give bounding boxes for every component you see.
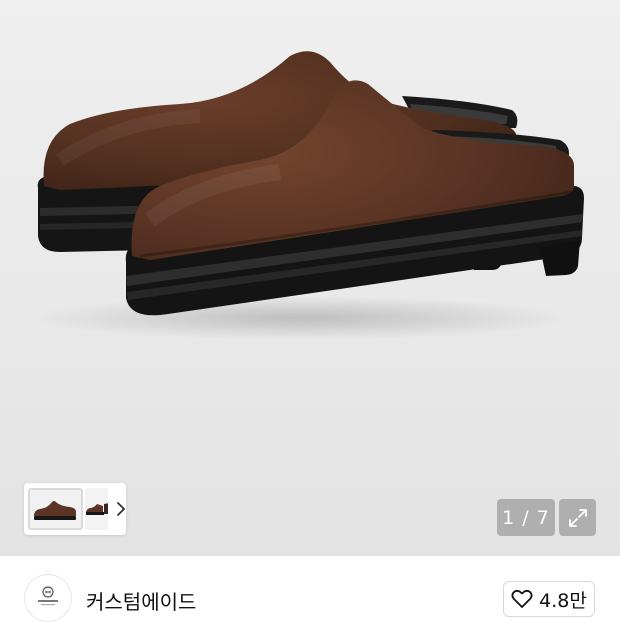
product-image xyxy=(30,51,585,340)
shop-info-bar: 커스텀에이드 4.8만 xyxy=(0,556,620,622)
thumbnail-1[interactable] xyxy=(28,488,83,530)
shop-logo[interactable] xyxy=(24,574,72,622)
expand-icon xyxy=(568,508,587,527)
expand-button[interactable] xyxy=(559,499,596,536)
shop-logo-mark xyxy=(38,586,58,606)
thumbnail-shoe-image xyxy=(34,501,76,520)
shop-name[interactable]: 커스텀에이드 xyxy=(86,586,196,615)
thumbnail-strip xyxy=(24,483,126,535)
chevron-right-icon[interactable] xyxy=(116,501,126,517)
product-image-gallery[interactable]: 1 / 7 xyxy=(0,0,620,556)
image-counter: 1 / 7 xyxy=(497,499,555,536)
thumbnail-2[interactable] xyxy=(84,488,108,530)
heart-outline-icon xyxy=(511,589,533,608)
thumbnail-shoe-image-2 xyxy=(85,503,108,515)
like-count: 4.8만 xyxy=(539,589,587,612)
like-button[interactable]: 4.8만 xyxy=(503,581,595,617)
